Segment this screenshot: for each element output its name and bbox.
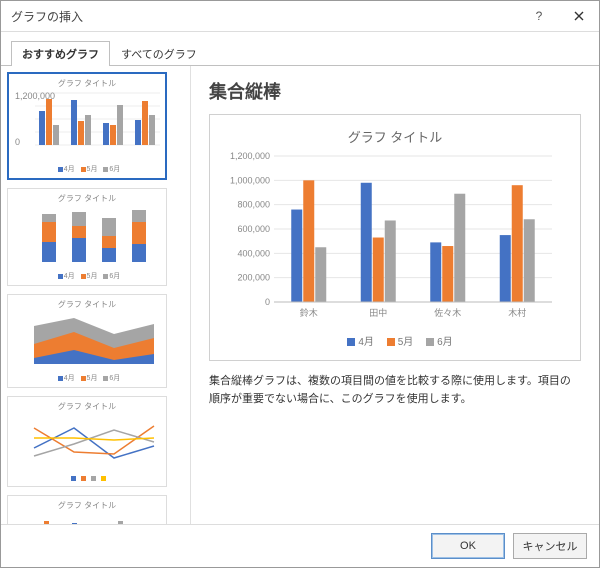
thumb-legend: 4月 5月 6月	[12, 373, 162, 383]
thumb-chart-icon	[12, 414, 162, 472]
tab-bar: おすすめグラフ すべてのグラフ	[1, 32, 599, 66]
chart-legend: 4月 5月 6月	[218, 333, 572, 348]
thumb-legend	[12, 475, 162, 482]
svg-text:田中: 田中	[369, 307, 387, 318]
chart-preview-pane: 集合縦棒 グラフ タイトル 0 200,000 400,000 600,000 800,…	[191, 66, 599, 524]
chart-title: グラフ タイトル	[218, 127, 572, 146]
thumb-legend: 4月 5月 6月	[12, 271, 162, 281]
svg-text:1,200,000: 1,200,000	[15, 91, 55, 101]
insert-chart-dialog: グラフの挿入 ? おすすめグラフ すべてのグラフ グラフ タイトル	[0, 0, 600, 568]
svg-text:400,000: 400,000	[237, 248, 270, 258]
tab-recommended[interactable]: おすすめグラフ	[11, 41, 110, 66]
chart-preview[interactable]: グラフ タイトル 0 200,000 400,000 600,000 800,000 1,…	[209, 114, 581, 361]
close-button[interactable]	[559, 1, 599, 31]
thumb-chart-icon	[12, 206, 162, 268]
close-icon	[574, 11, 584, 21]
thumb-chart-icon	[12, 312, 162, 370]
thumb-legend: 4月 5月 6月	[13, 164, 161, 174]
cancel-button[interactable]: キャンセル	[513, 533, 587, 559]
svg-text:0: 0	[265, 297, 270, 307]
titlebar: グラフの挿入 ?	[1, 1, 599, 32]
dialog-title: グラフの挿入	[11, 8, 519, 25]
thumb-title: グラフ タイトル	[12, 193, 162, 204]
thumb-title: グラフ タイトル	[13, 78, 161, 89]
chart-description: 集合縦棒グラフは、複数の項目間の値を比較する際に使用します。項目の順序が重要でな…	[209, 373, 581, 408]
chart-thumbnails-list[interactable]: グラフ タイトル 1,200,0000 4月	[1, 66, 191, 524]
svg-text:1,200,000: 1,200,000	[230, 152, 270, 161]
svg-text:佐々木: 佐々木	[434, 307, 461, 318]
thumb-chart-icon	[12, 513, 162, 524]
svg-text:600,000: 600,000	[237, 224, 270, 234]
svg-text:800,000: 800,000	[237, 200, 270, 210]
svg-text:鈴木: 鈴木	[300, 307, 318, 318]
svg-text:木村: 木村	[508, 307, 526, 318]
thumb-title: グラフ タイトル	[12, 500, 162, 511]
help-button[interactable]: ?	[519, 1, 559, 31]
thumb-title: グラフ タイトル	[12, 401, 162, 412]
ok-button[interactable]: OK	[431, 533, 505, 559]
thumb-stacked-bar[interactable]: グラフ タイトル 4月 5月 6月	[7, 188, 167, 286]
svg-text:1,000,000: 1,000,000	[230, 175, 270, 185]
svg-text:0: 0	[15, 137, 20, 147]
thumb-area[interactable]: グラフ タイトル 4月 5月 6月	[7, 294, 167, 388]
tab-all[interactable]: すべてのグラフ	[110, 41, 208, 66]
thumb-line[interactable]: グラフ タイトル	[7, 396, 167, 487]
thumb-clustered-bar-2[interactable]: グラフ タイトル	[7, 495, 167, 524]
chart-type-name: 集合縦棒	[209, 78, 581, 104]
thumb-title: グラフ タイトル	[12, 299, 162, 310]
chart-svg: 0 200,000 400,000 600,000 800,000 1,000,000 1,…	[218, 152, 558, 322]
thumb-chart-icon: 1,200,000 0	[13, 91, 163, 161]
dialog-footer: OK キャンセル	[1, 524, 599, 567]
thumb-clustered-bar[interactable]: グラフ タイトル 1,200,0000 4月	[7, 72, 167, 180]
svg-text:200,000: 200,000	[237, 273, 270, 283]
